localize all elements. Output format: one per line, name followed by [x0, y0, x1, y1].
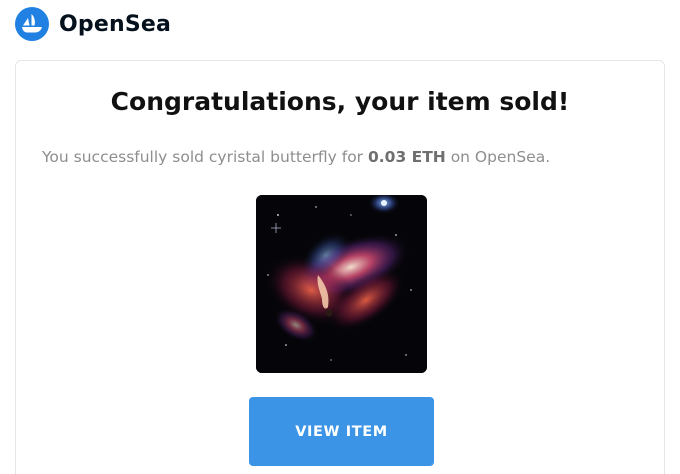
- headline: Congratulations, your item sold!: [110, 87, 570, 116]
- butterfly-artwork: [256, 195, 427, 373]
- sale-message: You successfully sold cyristal butterfly…: [42, 148, 550, 166]
- opensea-logo-icon: [15, 7, 49, 41]
- nft-artwork-image[interactable]: [256, 195, 427, 373]
- sale-message-prefix: You successfully sold cyristal butterfly…: [42, 148, 368, 166]
- notification-card: Congratulations, your item sold! You suc…: [15, 60, 665, 474]
- sale-price: 0.03 ETH: [367, 148, 446, 166]
- email-page: OpenSea Congratulations, your item sold!…: [0, 0, 680, 474]
- header: OpenSea: [15, 6, 171, 42]
- brand-name: OpenSea: [59, 11, 172, 37]
- view-item-button[interactable]: VIEW ITEM: [249, 397, 434, 466]
- sale-message-suffix: on OpenSea.: [445, 148, 551, 166]
